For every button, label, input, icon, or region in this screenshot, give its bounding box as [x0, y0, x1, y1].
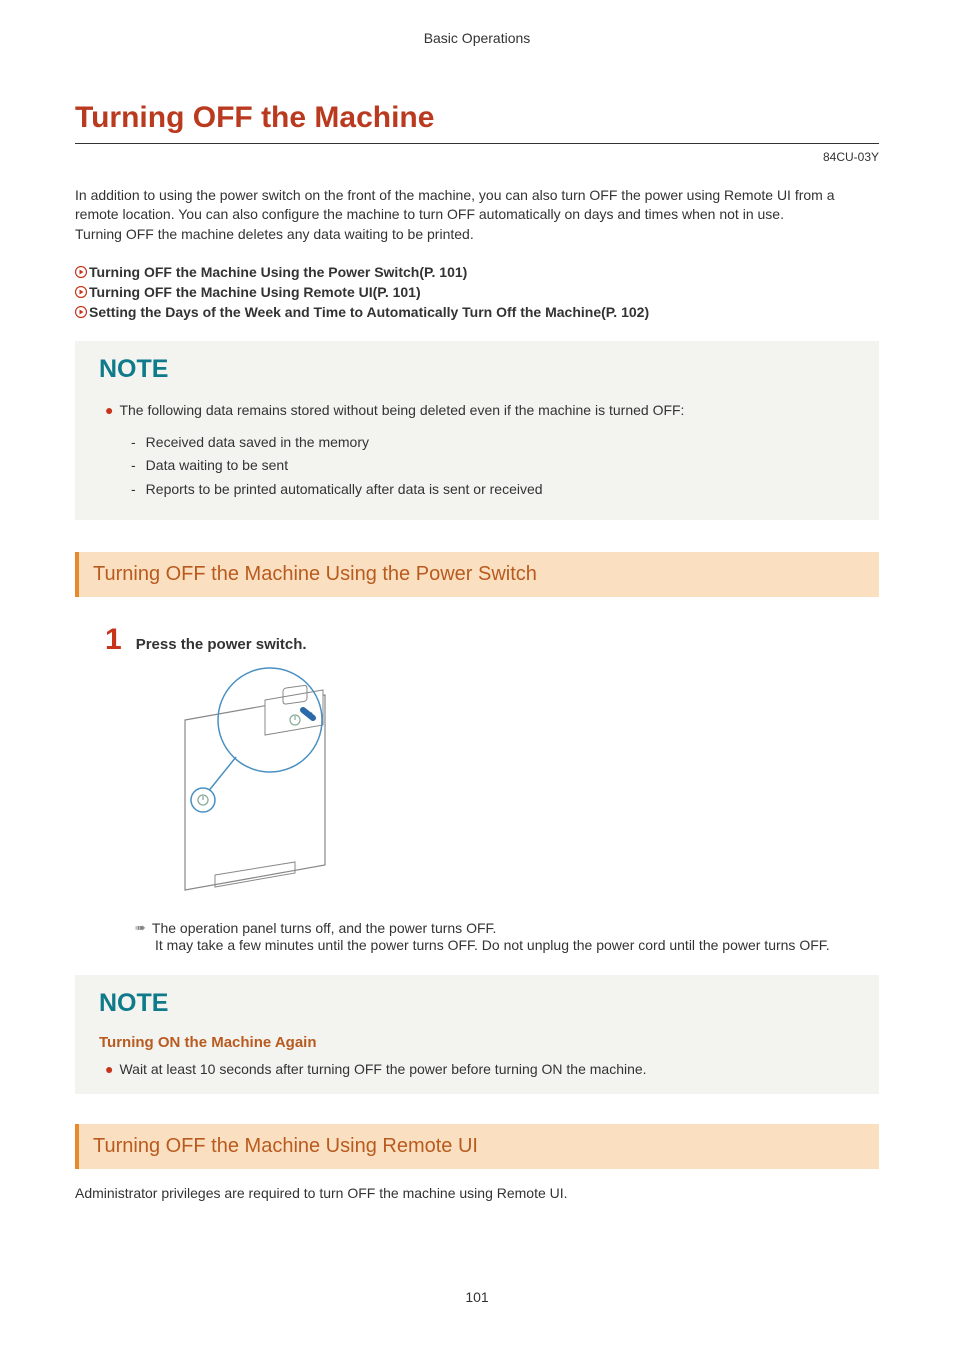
note-item: -Received data saved in the memory — [131, 431, 855, 455]
note-lead: ●The following data remains stored witho… — [105, 400, 855, 421]
toc-text: Setting the Days of the Week and Time to… — [89, 302, 649, 322]
note-box: NOTE Turning ON the Machine Again ●Wait … — [75, 975, 879, 1094]
note-text: ●Wait at least 10 seconds after turning … — [105, 1059, 855, 1080]
doc-code: 84CU-03Y — [75, 150, 879, 164]
note-subtitle: Turning ON the Machine Again — [99, 1034, 855, 1051]
note-box: NOTE ●The following data remains stored … — [75, 341, 879, 520]
body-paragraph: Administrator privileges are required to… — [75, 1185, 879, 1201]
step-number: 1 — [105, 625, 122, 655]
note-item: -Data waiting to be sent — [131, 454, 855, 478]
page-number: 101 — [0, 1289, 954, 1305]
toc-text: Turning OFF the Machine Using Remote UI(… — [89, 282, 421, 302]
play-icon — [75, 266, 87, 278]
toc-link[interactable]: Turning OFF the Machine Using the Power … — [75, 262, 879, 282]
intro-paragraph: In addition to using the power switch on… — [75, 186, 879, 224]
step-text: Press the power switch. — [136, 636, 307, 653]
intro-paragraph: Turning OFF the machine deletes any data… — [75, 225, 879, 244]
step-row: 1 Press the power switch. — [105, 625, 879, 655]
page-title: Turning OFF the Machine — [75, 101, 879, 144]
section-heading: Turning OFF the Machine Using the Power … — [75, 552, 879, 597]
note-item: -Reports to be printed automatically aft… — [131, 478, 855, 502]
toc-link[interactable]: Setting the Days of the Week and Time to… — [75, 302, 879, 322]
result-text: The operation panel turns off, and the p… — [152, 920, 497, 936]
note-title: NOTE — [99, 989, 855, 1018]
result-text: It may take a few minutes until the powe… — [155, 936, 879, 955]
header-section-label: Basic Operations — [75, 30, 879, 46]
play-icon — [75, 306, 87, 318]
note-title: NOTE — [99, 355, 855, 384]
section-heading: Turning OFF the Machine Using Remote UI — [75, 1124, 879, 1169]
toc-link[interactable]: Turning OFF the Machine Using Remote UI(… — [75, 282, 879, 302]
bullet-icon: ● — [105, 402, 113, 418]
toc-text: Turning OFF the Machine Using the Power … — [89, 262, 467, 282]
bullet-icon: ● — [105, 1061, 113, 1077]
play-icon — [75, 286, 87, 298]
result-block: ➠ The operation panel turns off, and the… — [135, 920, 879, 955]
arrow-icon: ➠ — [135, 920, 146, 936]
toc-list: Turning OFF the Machine Using the Power … — [75, 262, 879, 323]
power-switch-illustration — [165, 665, 879, 900]
